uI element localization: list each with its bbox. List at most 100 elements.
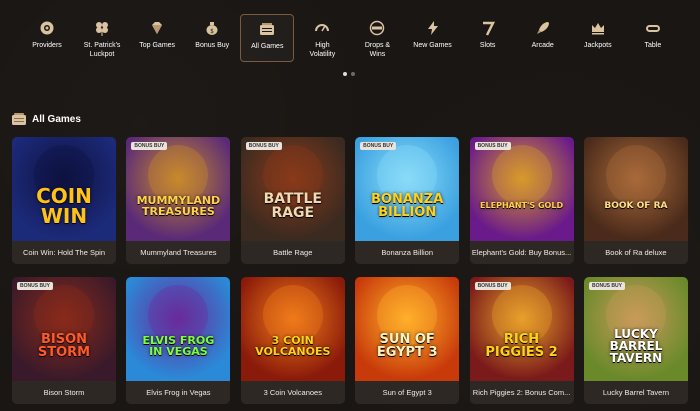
game-card[interactable]: 3 COIN VOLCANOES 3 Coin Volcanoes: [240, 277, 345, 404]
money-bag-icon: $: [204, 20, 220, 36]
game-name: Battle Rage: [240, 241, 345, 264]
game-thumbnail[interactable]: BONUS BUY RICH PIGGIES 2: [469, 277, 574, 381]
all-games-icon: [12, 113, 26, 125]
crown-icon: [590, 20, 606, 36]
game-logo-text: BATTLE RAGE: [263, 191, 322, 221]
game-name: Elvis Frog in Vegas: [126, 381, 231, 404]
clover-icon: [94, 20, 110, 36]
category-label: St. Patrick's Luckpot: [83, 42, 121, 58]
category-st-patrick-s-luckpot[interactable]: St. Patrick's Luckpot: [75, 14, 129, 62]
category-label: Arcade: [531, 42, 554, 49]
game-card[interactable]: BONUS BUY BISON STORM Bison Storm: [12, 277, 116, 404]
bonus-buy-badge: BONUS BUY: [245, 142, 282, 150]
game-logo-text: BOOK OF RA: [604, 200, 668, 211]
game-logo-text: ELEPHANT'S GOLD: [480, 201, 564, 210]
games-grid: COIN WIN Coin Win: Hold The Spin BONUS BUY…: [12, 137, 688, 404]
game-thumbnail[interactable]: BONUS BUY BONANZA BILLION: [355, 137, 460, 241]
game-card[interactable]: BOOK OF RA Book of Ra deluxe: [583, 137, 688, 264]
game-logo-text: LUCKY BARREL TAVERN: [609, 327, 663, 365]
game-logo-text: SUN OF EGYPT 3: [376, 332, 438, 360]
category-new-games[interactable]: New Games: [406, 14, 460, 62]
game-thumbnail[interactable]: BOOK OF RA: [583, 137, 688, 241]
category-bonus-buy[interactable]: $ Bonus Buy: [185, 14, 239, 62]
game-name: Book of Ra deluxe: [583, 241, 688, 264]
all-games-icon: [259, 21, 275, 37]
carousel-dot[interactable]: [351, 72, 355, 76]
category-label: Providers: [32, 42, 62, 49]
seven-icon: [480, 20, 496, 36]
bonus-buy-badge: BONUS BUY: [474, 282, 511, 290]
diamond-icon: [149, 20, 165, 36]
bonus-buy-badge: BONUS BUY: [588, 282, 625, 290]
game-logo-text: RICH PIGGIES 2: [485, 332, 558, 360]
category-label: Drops & Wins: [364, 42, 391, 58]
gauge-icon: [314, 20, 330, 36]
table-icon: [645, 20, 661, 36]
game-card[interactable]: SUN OF EGYPT 3 Sun of Egypt 3: [355, 277, 460, 404]
game-thumbnail[interactable]: COIN WIN: [12, 137, 116, 241]
game-thumbnail[interactable]: BONUS BUY LUCKY BARREL TAVERN: [583, 277, 688, 381]
category-label: Top Games: [139, 42, 176, 49]
game-card[interactable]: BONUS BUY ELEPHANT'S GOLD Elephant's Gold:…: [469, 137, 574, 264]
lightning-icon: [425, 20, 441, 36]
game-logo-text: BISON STORM: [37, 332, 91, 360]
game-logo-text: BONANZA BILLION: [371, 192, 444, 220]
game-name: Coin Win: Hold The Spin: [12, 241, 116, 264]
game-name: Rich Piggies 2: Bonus Com...: [469, 381, 574, 404]
category-bar: Providers St. Patrick's Luckpot Top Games $…: [20, 14, 680, 64]
section-header: All Games: [12, 113, 81, 125]
category-drops-wins[interactable]: Drops & Wins: [350, 14, 404, 62]
category-label: Jackpots: [583, 42, 612, 49]
category-high-volatility[interactable]: High Volatility: [295, 14, 349, 62]
svg-text:$: $: [210, 28, 214, 35]
category-label: Table: [644, 42, 662, 49]
category-slots[interactable]: Slots: [461, 14, 515, 62]
game-thumbnail[interactable]: 3 COIN VOLCANOES: [240, 277, 345, 381]
category-top-games[interactable]: Top Games: [130, 14, 184, 62]
game-logo-text: COIN WIN: [36, 184, 92, 228]
game-card[interactable]: ELVIS FROG IN VEGAS Elvis Frog in Vegas: [126, 277, 231, 404]
category-label: Bonus Buy: [195, 42, 230, 49]
game-thumbnail[interactable]: BONUS BUY ELEPHANT'S GOLD: [469, 137, 574, 241]
art-decoration: [491, 145, 552, 205]
game-card[interactable]: BONUS BUY RICH PIGGIES 2 Rich Piggies 2: B…: [469, 277, 574, 404]
category-all-games[interactable]: All Games: [240, 14, 295, 62]
section-title: All Games: [32, 113, 81, 125]
category-providers[interactable]: Providers: [20, 14, 74, 62]
carousel-dots: [343, 72, 355, 76]
category-label: High Volatility: [309, 42, 336, 58]
game-thumbnail[interactable]: ELVIS FROG IN VEGAS: [126, 277, 231, 381]
game-name: Lucky Barrel Tavern: [583, 381, 688, 404]
game-card[interactable]: BONUS BUY BATTLE RAGE Battle Rage: [240, 137, 345, 264]
game-thumbnail[interactable]: BONUS BUY BISON STORM: [12, 277, 116, 381]
rocket-icon: [535, 20, 551, 36]
game-thumbnail[interactable]: BONUS BUY BATTLE RAGE: [240, 137, 345, 241]
bonus-buy-badge: BONUS BUY: [474, 142, 511, 150]
game-name: Sun of Egypt 3: [355, 381, 460, 404]
game-name: 3 Coin Volcanoes: [240, 381, 345, 404]
game-logo-text: 3 COIN VOLCANOES: [255, 334, 331, 358]
category-table[interactable]: Table: [626, 14, 680, 62]
game-thumbnail[interactable]: BONUS BUY MUMMYLAND TREASURES: [126, 137, 231, 241]
game-card[interactable]: BONUS BUY LUCKY BARREL TAVERN Lucky Barrel…: [583, 277, 688, 404]
game-card[interactable]: BONUS BUY MUMMYLAND TREASURES Mummyland Tr…: [126, 137, 231, 264]
bonus-buy-badge: BONUS BUY: [131, 142, 168, 150]
game-name: Elephant's Gold: Buy Bonus...: [469, 241, 574, 264]
category-label: All Games: [251, 43, 284, 50]
bonus-buy-badge: BONUS BUY: [17, 282, 54, 290]
game-card[interactable]: COIN WIN Coin Win: Hold The Spin: [12, 137, 116, 264]
game-logo-text: ELVIS FROG IN VEGAS: [142, 334, 215, 358]
bonus-buy-badge: BONUS BUY: [360, 142, 397, 150]
game-logo-text: MUMMYLAND TREASURES: [136, 194, 221, 218]
game-name: Bonanza Billion: [355, 241, 460, 264]
category-label: Slots: [479, 42, 496, 49]
game-thumbnail[interactable]: SUN OF EGYPT 3: [355, 277, 460, 381]
drops-wins-icon: [369, 20, 385, 36]
category-jackpots[interactable]: Jackpots: [571, 14, 625, 62]
game-card[interactable]: BONUS BUY BONANZA BILLION Bonanza Billion: [355, 137, 460, 264]
category-arcade[interactable]: Arcade: [516, 14, 570, 62]
game-name: Bison Storm: [12, 381, 116, 404]
providers-icon: [39, 20, 55, 36]
art-decoration: [605, 145, 666, 205]
carousel-dot-active[interactable]: [343, 72, 347, 76]
